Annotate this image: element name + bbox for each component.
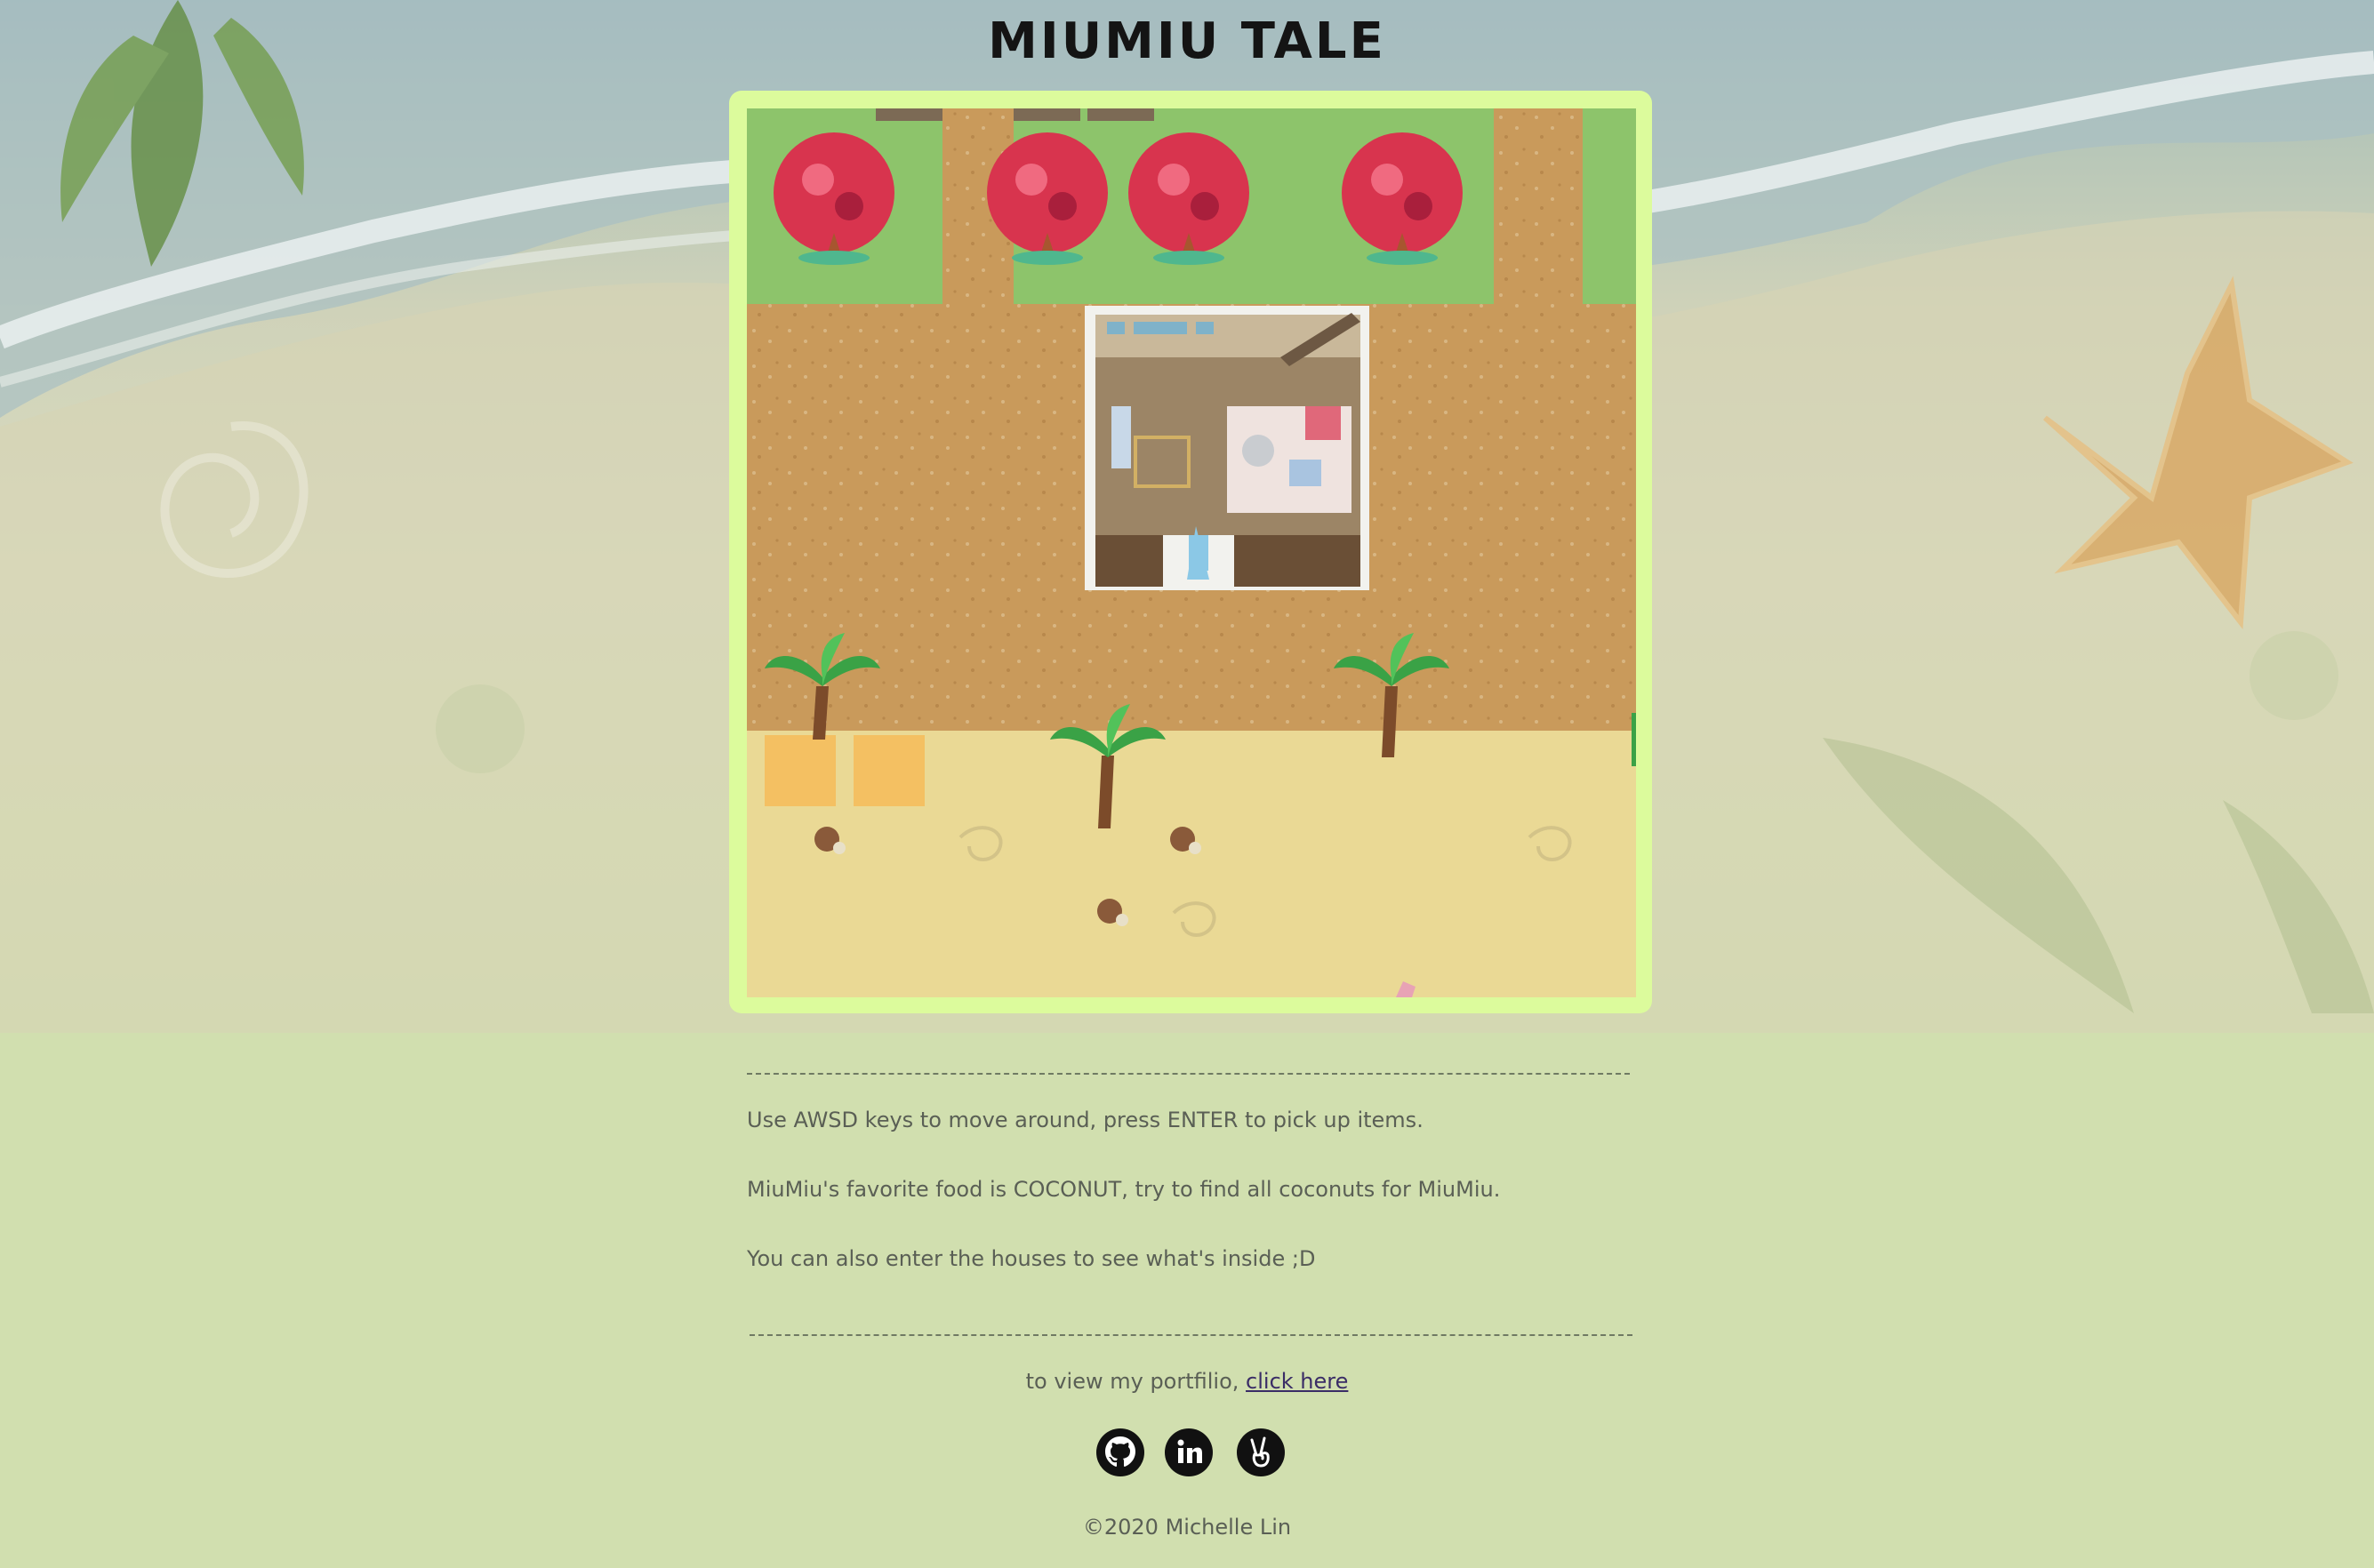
portfolio-line: to view my portfilio, click here bbox=[0, 1369, 2374, 1394]
beach-tile bbox=[854, 735, 925, 806]
peace-hand-icon[interactable] bbox=[1237, 1428, 1285, 1476]
linkedin-icon[interactable] bbox=[1165, 1428, 1213, 1476]
divider-top bbox=[747, 1073, 1630, 1075]
beach-tile bbox=[765, 735, 836, 806]
page-title: MIUMIU TALE bbox=[988, 12, 1386, 70]
house-interior bbox=[1085, 306, 1369, 590]
portfolio-text: to view my portfilio, bbox=[1025, 1369, 1239, 1394]
game-canvas[interactable] bbox=[747, 108, 1636, 997]
social-links bbox=[0, 1428, 2374, 1476]
github-icon[interactable] bbox=[1096, 1428, 1144, 1476]
instructions-controls: Use AWSD keys to move around, press ENTE… bbox=[747, 1108, 1424, 1132]
game-frame bbox=[729, 91, 1652, 1013]
copyright: ©2020 Michelle Lin bbox=[1082, 1515, 1292, 1540]
instructions-coconut: MiuMiu's favorite food is COCONUT, try t… bbox=[747, 1177, 1501, 1202]
divider-bottom bbox=[750, 1334, 1632, 1336]
portfolio-link[interactable]: click here bbox=[1246, 1369, 1348, 1394]
grass-patch bbox=[1583, 108, 1636, 304]
instructions-houses: You can also enter the houses to see wha… bbox=[747, 1246, 1316, 1271]
